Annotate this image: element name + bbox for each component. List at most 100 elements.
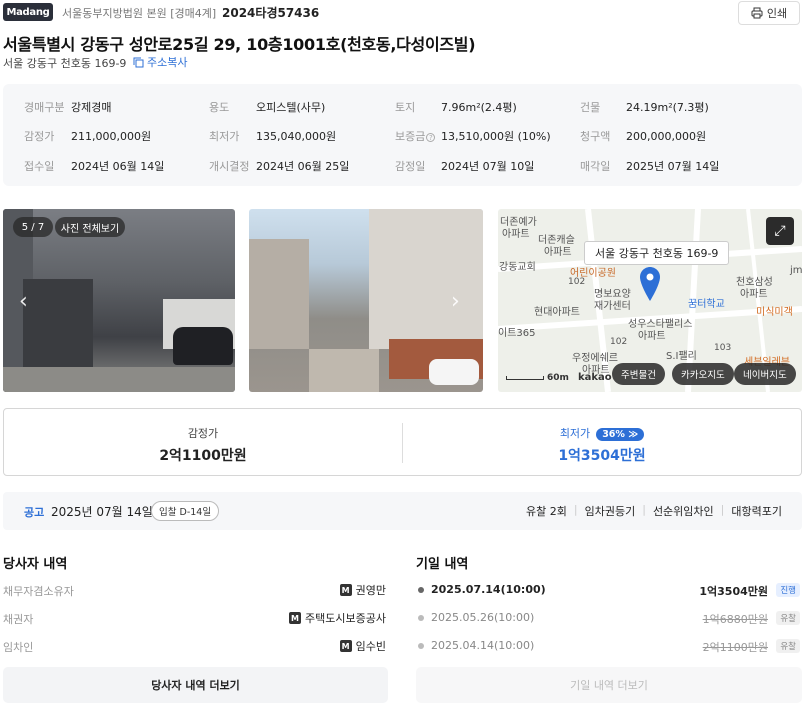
party-value: M 주택도시보증공사 — [289, 610, 386, 626]
info-label: 감정일 — [395, 160, 426, 173]
party-label: 임차인 — [3, 641, 34, 654]
map-address-label: 서울 강동구 천호동 169-9 — [584, 241, 730, 265]
nearby-items-button[interactable]: 주변물건 — [612, 363, 665, 385]
party-name: 권영만 — [355, 584, 386, 597]
info-building: 건물 24.19m²(7.3평) — [580, 99, 709, 115]
status-badge: 유찰 — [776, 611, 800, 625]
expand-icon[interactable]: ⤢ — [766, 217, 794, 245]
tag-separator: | — [573, 503, 578, 516]
parties-more-button[interactable]: 당사자 내역 더보기 — [3, 667, 388, 703]
min-price-value: 1억3504만원 — [558, 448, 646, 464]
party-row: 임차인 M 임수빈 — [3, 636, 388, 656]
print-label: 인쇄 — [766, 7, 788, 20]
info-label: 보증금 — [395, 130, 426, 143]
kakao-map-button[interactable]: 카카오지도 — [672, 363, 734, 385]
map-view[interactable]: 더존예가 아파트 더존캐슬 아파트 강동교회 어린이공원 명보요양 재가센터 현… — [498, 209, 802, 392]
info-claim: 청구액 200,000,000원 — [580, 128, 706, 144]
appraisal-price-value: 2억1100만원 — [159, 448, 247, 464]
notice-tag: 대항력포기 — [731, 505, 782, 518]
date-price: 1억3504만원 — [699, 585, 768, 598]
notice-tag: 선순위임차인 — [652, 505, 714, 518]
date-row: 2025.07.14(10:00) 1억3504만원 진행 — [416, 580, 802, 600]
print-button[interactable]: 인쇄 — [738, 1, 800, 25]
map-place: 현대아파트 — [534, 307, 580, 318]
dates-more-button[interactable]: 기일 내역 더보기 — [416, 667, 802, 703]
map-place: 꿈터학교 — [688, 299, 725, 310]
tag-separator: | — [720, 503, 725, 516]
kakao-logo: kakao — [578, 372, 612, 383]
help-icon[interactable]: ? — [426, 132, 436, 142]
status-badge: 진행 — [776, 583, 800, 597]
chevron-left-icon[interactable]: ‹ — [19, 289, 28, 314]
party-row: 채권자 M 주택도시보증공사 — [3, 608, 388, 628]
chevron-right-icon[interactable]: › — [451, 289, 460, 314]
notice-bar: 공고 2025년 07월 14일 입찰 D-14일 유찰 2회 | 임차권등기 | … — [3, 492, 802, 530]
appraisal-price: 감정가 2억1100만원 — [4, 409, 402, 477]
m-badge-icon: M — [339, 640, 352, 652]
date-price: 2억1100만원 — [702, 641, 768, 654]
copy-icon — [133, 57, 144, 67]
date-row: 2025.04.14(10:00) 2억1100만원 유찰 — [416, 636, 802, 656]
parties-title: 당사자 내역 — [3, 557, 68, 572]
info-value: 135,040,000원 — [256, 130, 337, 143]
madang-logo: Madang — [3, 3, 53, 21]
min-price-label-row: 최저가 36% ≫ — [403, 425, 801, 441]
naver-map-button[interactable]: 네이버지도 — [734, 363, 796, 385]
map-place: 102 — [610, 337, 628, 347]
map-place: S.I팰리 — [666, 351, 697, 362]
info-panel: 경매구분 강제경매 용도 오피스텔(사무) 토지 7.96m²(2.4평) 건물 24.… — [3, 84, 802, 186]
dates-title: 기일 내역 — [416, 557, 469, 572]
notice-label: 공고 — [24, 506, 45, 519]
party-value: M 임수빈 — [339, 638, 386, 654]
copy-address-button[interactable]: 주소복사 — [133, 54, 187, 70]
court-name: 서울동부지방법원 본원 [경매4계] — [62, 7, 217, 20]
property-photo-2[interactable]: › — [249, 209, 483, 392]
status-dot — [418, 615, 424, 621]
party-name: 주택도시보증공사 — [305, 612, 386, 625]
info-value: 강제경매 — [71, 101, 112, 114]
appraisal-price-label: 감정가 — [187, 427, 219, 440]
party-value: M 권영만 — [339, 582, 386, 598]
property-photo-1[interactable]: 5 / 7 사진 전체보기 ‹ — [3, 209, 235, 392]
map-place: 102 — [568, 277, 586, 287]
map-place: 재가센터 — [594, 301, 631, 312]
info-label: 개시결정 — [209, 160, 250, 173]
map-place: jm — [790, 265, 802, 276]
info-value: 13,510,000원 (10%) — [441, 130, 551, 143]
info-label: 매각일 — [580, 160, 611, 173]
party-name: 임수빈 — [355, 640, 386, 653]
map-place: 아파트 — [502, 229, 530, 240]
price-summary: 감정가 2억1100만원 최저가 36% ≫ 1억3504만원 — [3, 408, 802, 476]
map-place: 아파트 — [638, 331, 666, 342]
info-type: 경매구분 강제경매 — [24, 99, 111, 115]
copy-address-label: 주소복사 — [147, 56, 188, 69]
status-dot — [418, 643, 424, 649]
party-label: 채권자 — [3, 613, 34, 626]
notice-tag: 유찰 2회 — [526, 505, 567, 518]
map-pin-icon — [640, 267, 660, 304]
map-place: 아파트 — [740, 289, 768, 300]
info-label: 접수일 — [24, 160, 55, 173]
date-value: 2025.04.14(10:00) — [431, 639, 535, 652]
info-start: 개시결정 2024년 06월 25일 — [209, 158, 349, 174]
info-value: 2024년 06월 25일 — [256, 160, 350, 173]
info-received: 접수일 2024년 06월 14일 — [24, 158, 164, 174]
info-value: 7.96m²(2.4평) — [441, 101, 517, 114]
min-price: 최저가 36% ≫ 1억3504만원 — [403, 409, 801, 477]
party-label: 채무자겸소유자 — [3, 585, 74, 598]
property-title: 서울특별시 강동구 성안로25길 29, 10층1001호(천호동,다성이즈빌) — [3, 35, 476, 54]
info-land: 토지 7.96m²(2.4평) — [395, 99, 517, 115]
date-row: 2025.05.26(10:00) 1억6880만원 유찰 — [416, 608, 802, 628]
m-badge-icon: M — [289, 612, 302, 624]
view-all-photos-button[interactable]: 사진 전체보기 — [55, 217, 125, 237]
status-badge: 유찰 — [776, 639, 800, 653]
info-appraisal: 감정가 211,000,000원 — [24, 128, 151, 144]
info-value: 2025년 07월 14일 — [626, 160, 720, 173]
property-address: 서울 강동구 천호동 169-9 — [3, 57, 127, 70]
info-value: 200,000,000원 — [626, 130, 707, 143]
map-place: 강동교회 — [499, 262, 536, 273]
map-place: 아파트 — [544, 247, 572, 258]
info-value: 2024년 07월 10일 — [441, 160, 535, 173]
map-place: 이트365 — [498, 328, 536, 339]
date-value: 2025.05.26(10:00) — [431, 611, 535, 624]
